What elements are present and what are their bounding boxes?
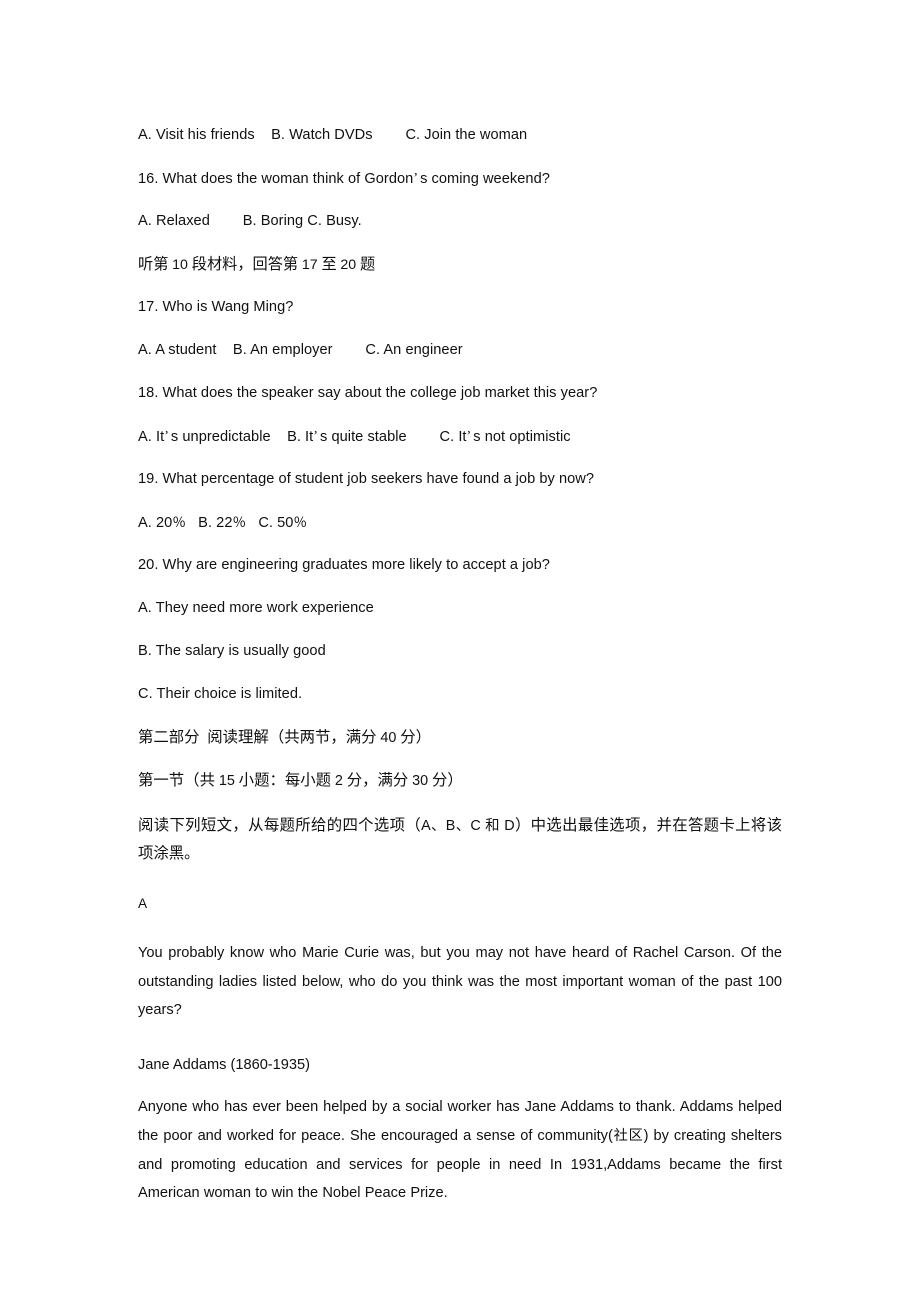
passage-label-a: A	[138, 896, 148, 911]
question-18-stem: 18. What does the speaker say about the …	[138, 385, 598, 401]
question-17-options: A. A student B. An employer C. An engine…	[138, 342, 463, 358]
section-one-part-3: 分，满分	[342, 772, 413, 789]
part-two-heading-after: 分）	[396, 729, 432, 746]
question-20-option-c: C. Their choice is limited.	[138, 686, 303, 702]
question-20-stem: 20. Why are engineering graduates more l…	[138, 557, 550, 573]
passage-a-intro: You probably know who Marie Curie was, b…	[138, 945, 782, 1019]
question-20-option-a: A. They need more work experience	[138, 600, 374, 616]
question-16-options: A. Relaxed B. Boring C. Busy.	[138, 213, 362, 229]
question-19-option-a: A. 20	[138, 515, 173, 531]
section-one-part-2: 小题：每小题	[234, 772, 335, 789]
percent-sign-glyph: ％	[172, 515, 186, 530]
listening-material-directive: 听第 10 段材料，回答第 17 至 20 题	[138, 243, 782, 286]
document-page: A. Visit his friends B. Watch DVDs C. Jo…	[0, 0, 920, 1302]
directive-part-1: 听第	[138, 256, 173, 273]
question-19-options: A. 20％ B. 22％ C. 50％	[138, 501, 782, 544]
question-16-stem: 16. What does the woman think of Gordon’…	[138, 157, 782, 200]
percent-sign-glyph: ％	[293, 515, 307, 530]
question-16-stem-before: 16. What does the woman think of Gordon	[138, 171, 414, 187]
part-two-heading: 第二部分 阅读理解（共两节，满分 40 分）	[138, 716, 782, 759]
directive-part-3: 至	[317, 256, 341, 273]
directive-part-2: 段材料，回答第	[187, 256, 302, 273]
section-one-question-count: 15	[218, 773, 235, 789]
percent-sign-glyph: ％	[232, 515, 246, 530]
question-18-option-b-after: s quite stable C. It	[320, 429, 467, 445]
directive-question-end: 20	[340, 257, 357, 273]
question-16-stem-after: s coming weekend?	[420, 171, 550, 187]
section-one-total-score: 30	[412, 773, 429, 789]
question-20-option-b: B. The salary is usually good	[138, 643, 326, 659]
passage-a-entry-text: Anyone who has ever been helped by a soc…	[138, 1093, 782, 1207]
question-19-option-b: B. 22	[198, 515, 233, 531]
apostrophe-glyph: ’	[313, 429, 318, 444]
section-one-part-4: 分）	[428, 772, 463, 789]
part-two-total-score: 40	[380, 730, 397, 746]
question-19-stem: 19. What percentage of student job seeke…	[138, 471, 595, 487]
section-one-heading: 第一节（共 15 小题：每小题 2 分，满分 30 分）	[138, 759, 782, 802]
passage-a-entry-heading: Jane Addams (1860-1935)	[138, 1056, 310, 1073]
option-gap	[246, 515, 258, 531]
instruction-option-letters: A、B、C 和 D	[421, 818, 515, 834]
apostrophe-glyph: ’	[164, 429, 169, 444]
question-17-stem: 17. Who is Wang Ming?	[138, 299, 294, 315]
question-15-options: A. Visit his friends B. Watch DVDs C. Jo…	[138, 127, 528, 143]
section-one-points-each: 2	[334, 773, 343, 789]
reading-instruction-paragraph: 阅读下列短文，从每题所给的四个选项（A、B、C 和 D）中选出最佳选项，并在答题…	[138, 812, 782, 868]
directive-question-start: 17	[301, 257, 318, 273]
option-gap	[186, 515, 198, 531]
part-two-heading-before: 第二部分 阅读理解（共两节，满分	[138, 729, 381, 746]
directive-part-4: 题	[356, 256, 376, 273]
question-18-option-a-after: s unpredictable B. It	[170, 429, 314, 445]
question-18-option-a-before: A. It	[138, 429, 165, 445]
question-18-option-c-after: s not optimistic	[473, 429, 571, 445]
directive-material-number: 10	[172, 257, 188, 273]
question-19-option-c: C. 50	[258, 515, 294, 531]
instruction-segment-1: 阅读下列短文，从每题所给的四个选项（	[138, 817, 422, 834]
section-one-part-1: 第一节（共	[138, 772, 219, 789]
chinese-gloss-community: 社区	[612, 1127, 644, 1144]
page-content: A. Visit his friends B. Watch DVDs C. Jo…	[138, 114, 782, 1208]
question-18-options: A. It’ s unpredictable B. It’ s quite stab…	[138, 415, 782, 458]
